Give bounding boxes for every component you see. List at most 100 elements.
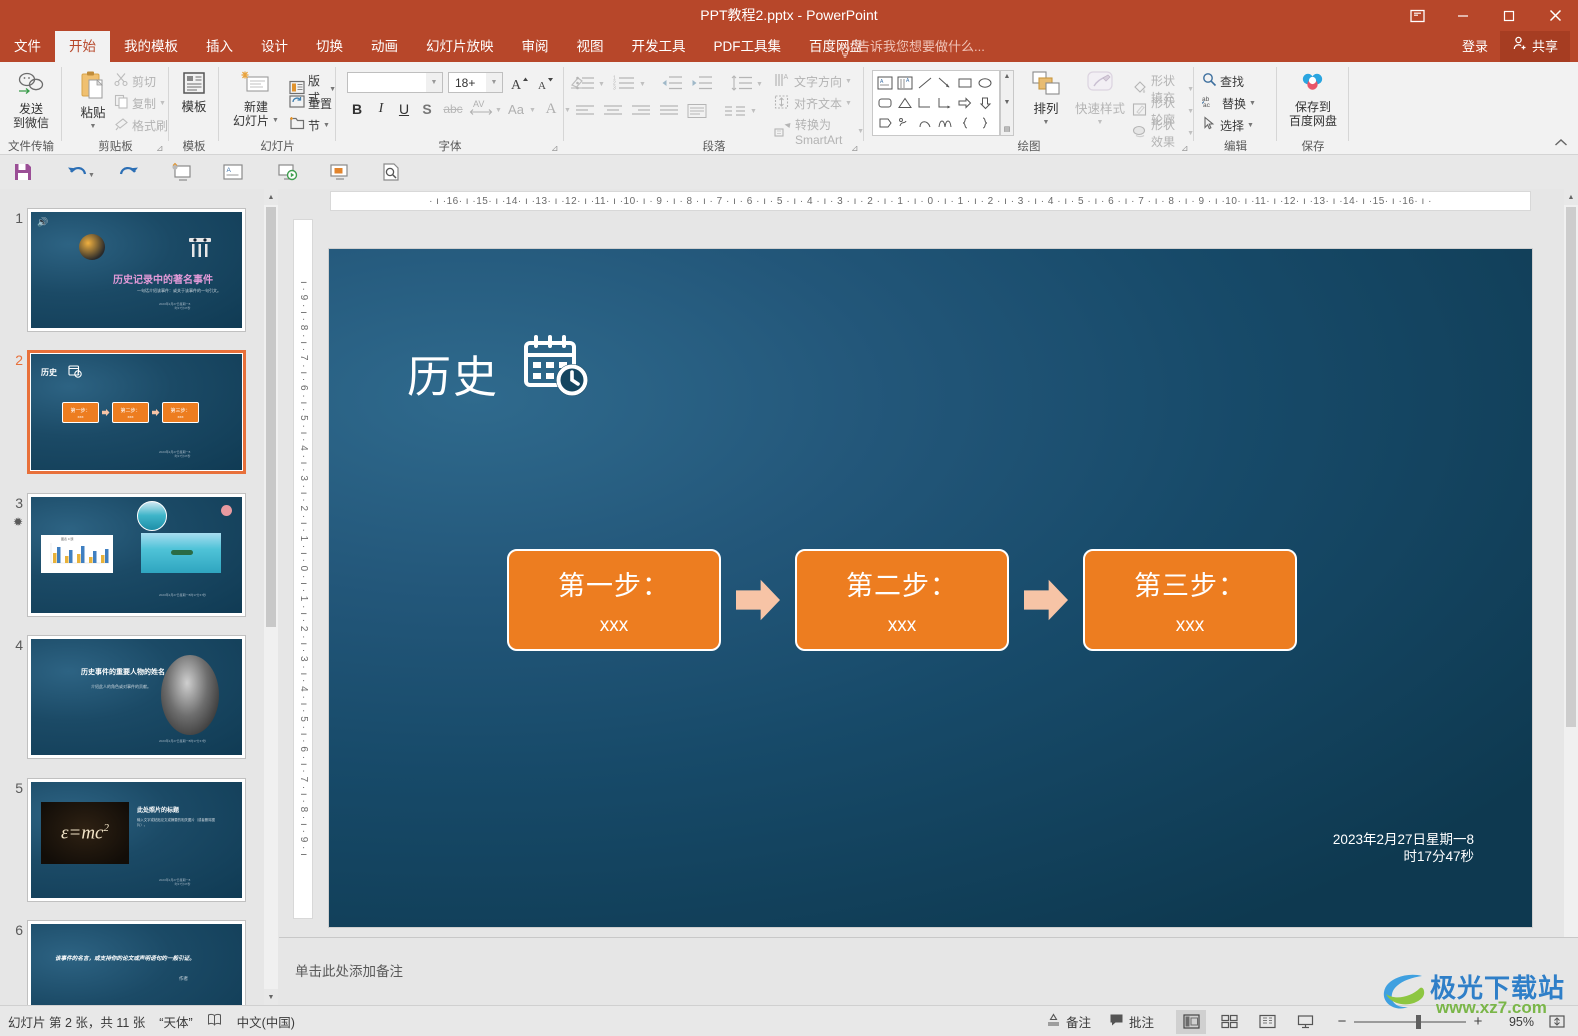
close-button[interactable] <box>1532 0 1578 31</box>
spellcheck-icon[interactable] <box>207 1013 223 1030</box>
shape-arrow-icon[interactable] <box>935 73 955 93</box>
character-spacing-caret[interactable]: ▼ <box>495 107 502 114</box>
shape-line-icon[interactable] <box>915 73 935 93</box>
calendar-clock-icon[interactable] <box>517 331 595 406</box>
tab-file[interactable]: 文件 <box>0 31 55 62</box>
slide-title[interactable]: 历史 <box>407 341 499 405</box>
shapes-gallery[interactable]: A A <box>872 70 1000 136</box>
slide-sorter-view-button[interactable] <box>1214 1010 1244 1034</box>
scroll-down-icon[interactable]: ▼ <box>264 989 278 1005</box>
reading-view-button[interactable] <box>1252 1010 1282 1034</box>
align-text-caret[interactable]: ▼ <box>845 100 852 107</box>
tab-developer[interactable]: 开发工具 <box>618 31 700 62</box>
notes-placeholder[interactable]: 单击此处添加备注 <box>295 960 403 980</box>
character-spacing-button[interactable]: AV <box>468 96 494 118</box>
scroll-up-icon[interactable]: ▲ <box>264 189 278 205</box>
arrow-2[interactable] <box>1009 578 1083 622</box>
columns-caret[interactable]: ▼ <box>750 108 757 115</box>
save-icon[interactable] <box>8 158 38 186</box>
send-to-wechat-button[interactable]: 发送 到微信 <box>5 70 57 130</box>
new-slide-dropdown-caret[interactable]: ▼ <box>272 114 279 128</box>
slide-canvas-wrapper[interactable]: 历史 第一步： xxx 第二步： xxx 第三步： xxx 2023年2月27日… <box>329 249 1532 927</box>
tab-pdf-tools[interactable]: PDF工具集 <box>700 31 796 62</box>
increase-indent-button[interactable] <box>689 72 715 94</box>
replace-button[interactable]: ab ac 替换 ▼ <box>1201 94 1256 112</box>
slide-date-placeholder[interactable]: 2023年2月27日星期一8 时17分47秒 <box>1333 831 1474 865</box>
gallery-up-icon[interactable]: ▲ <box>1004 73 1011 80</box>
align-text-button[interactable]: 对齐文本 ▼ <box>774 94 852 113</box>
numbering-caret[interactable]: ▼ <box>639 81 646 88</box>
zoom-level-label[interactable]: 95% <box>1492 1015 1534 1029</box>
tab-view[interactable]: 视图 <box>563 31 618 62</box>
shape-elbow-arrow-icon[interactable] <box>935 93 955 113</box>
shape-freeform-icon[interactable] <box>895 113 915 133</box>
bullets-button[interactable] <box>573 72 597 94</box>
bold-button[interactable]: B <box>347 98 367 120</box>
select-button[interactable]: 选择 ▼ <box>1202 116 1254 134</box>
shape-right-arrow-icon[interactable] <box>955 93 975 113</box>
find-button[interactable]: 查找 <box>1202 72 1244 90</box>
scrollbar-thumb[interactable] <box>266 207 276 627</box>
zoom-knob[interactable] <box>1416 1014 1421 1029</box>
grow-font-button[interactable]: A <box>508 72 532 94</box>
text-shadow-button[interactable]: S <box>417 98 437 120</box>
ribbon-display-options-icon[interactable] <box>1394 0 1440 31</box>
thumbnail-pane-scrollbar[interactable]: ▲ ▼ <box>264 189 278 1005</box>
quick-styles-button[interactable]: 快速样式 ▼ <box>1074 70 1126 130</box>
align-right-button[interactable] <box>629 100 653 122</box>
template-button[interactable]: 模板 <box>177 70 211 115</box>
zoom-slider[interactable]: − + <box>1336 1013 1484 1030</box>
shape-arc-icon[interactable] <box>935 113 955 133</box>
save-to-baidu-button[interactable]: 保存到 百度网盘 <box>1283 70 1343 128</box>
arrange-button[interactable]: 排列 ▼ <box>1022 70 1070 130</box>
font-size-caret[interactable]: ▼ <box>486 73 502 92</box>
insert-textbox-icon[interactable]: A <box>218 158 248 186</box>
share-button[interactable]: 共享 <box>1499 31 1570 62</box>
underline-button[interactable]: U <box>394 98 414 120</box>
shape-vertical-textbox-icon[interactable]: A <box>895 73 915 93</box>
collapse-ribbon-button[interactable] <box>1554 138 1568 151</box>
shape-down-arrow-icon[interactable] <box>975 93 995 113</box>
thumbnail-slide-2[interactable]: 2 历史 第一步： xxx 第二步： xxx 第三步： xxx 2023年2月2… <box>15 350 246 474</box>
thumbnail-slide-6[interactable]: 6 该事件的名言，或支持你的论文或声明语句的一般引证。 作者 <box>15 920 246 1005</box>
shape-left-brace-icon[interactable] <box>955 113 975 133</box>
sign-in-button[interactable]: 登录 <box>1450 31 1500 62</box>
undo-dropdown-caret[interactable]: ▼ <box>88 172 95 179</box>
tab-home[interactable]: 开始 <box>55 31 110 62</box>
change-case-button[interactable]: Aa <box>504 98 528 120</box>
gallery-down-icon[interactable]: ▼ <box>1004 99 1011 106</box>
new-slide-button[interactable]: 新建 幻灯片 ▼ <box>227 70 285 128</box>
shrink-font-button[interactable]: A <box>534 72 558 94</box>
paste-button[interactable]: 粘贴 ▼ <box>72 70 114 134</box>
step-box-1[interactable]: 第一步： xxx <box>507 549 721 651</box>
font-size-input[interactable]: 18+ ▼ <box>448 72 503 93</box>
font-dialog-launcher[interactable]: ⊿ <box>551 143 561 153</box>
arrange-caret[interactable]: ▼ <box>1043 116 1050 130</box>
zoom-in-button[interactable]: + <box>1472 1013 1484 1030</box>
slide-thumbnail-pane[interactable]: 1 🔊 历史记录中的著名事件 一句话介绍该事件：或关于该事件的一句引文。 202… <box>0 189 264 1005</box>
language-indicator[interactable]: 中文(中国) <box>237 1012 295 1031</box>
copy-dropdown-caret[interactable]: ▼ <box>159 100 166 107</box>
normal-view-button[interactable] <box>1176 1009 1206 1034</box>
cut-button[interactable]: 剪切 <box>114 72 156 90</box>
align-center-button[interactable] <box>601 100 625 122</box>
tab-animations[interactable]: 动画 <box>357 31 412 62</box>
copy-button[interactable]: 复制 ▼ <box>114 94 166 112</box>
scrollbar-thumb[interactable] <box>1566 207 1576 727</box>
shape-oval-icon[interactable] <box>975 73 995 93</box>
gallery-more-icon[interactable]: ▤ <box>1004 125 1011 133</box>
thumbnail-slide-3[interactable]: 3 ✹ 图表 4 题 2023年2月27日星期一8时17分47秒 <box>13 493 246 617</box>
scroll-up-icon[interactable]: ▲ <box>1564 189 1578 205</box>
slide-canvas[interactable]: 历史 第一步： xxx 第二步： xxx 第三步： xxx 2023年2月27日… <box>329 249 1532 927</box>
tab-slideshow[interactable]: 幻灯片放映 <box>412 31 508 62</box>
quick-styles-caret[interactable]: ▼ <box>1097 116 1104 130</box>
fit-to-window-icon[interactable] <box>1542 1010 1572 1034</box>
tell-me-search[interactable]: 告诉我您想要做什么... <box>838 31 985 62</box>
strikethrough-button[interactable]: abc <box>440 98 466 120</box>
horizontal-ruler[interactable]: · ı ·16· ı ·15· ı ·14· ı ·13· ı ·12· ı ·… <box>330 191 1531 211</box>
tab-insert[interactable]: 插入 <box>192 31 247 62</box>
section-dropdown-caret[interactable]: ▼ <box>323 122 330 129</box>
select-caret[interactable]: ▼ <box>1247 122 1254 129</box>
shapes-gallery-scrollbar[interactable]: ▲ ▼ ▤ <box>1000 70 1014 136</box>
notes-toggle-button[interactable]: 备注 <box>1046 1012 1091 1031</box>
